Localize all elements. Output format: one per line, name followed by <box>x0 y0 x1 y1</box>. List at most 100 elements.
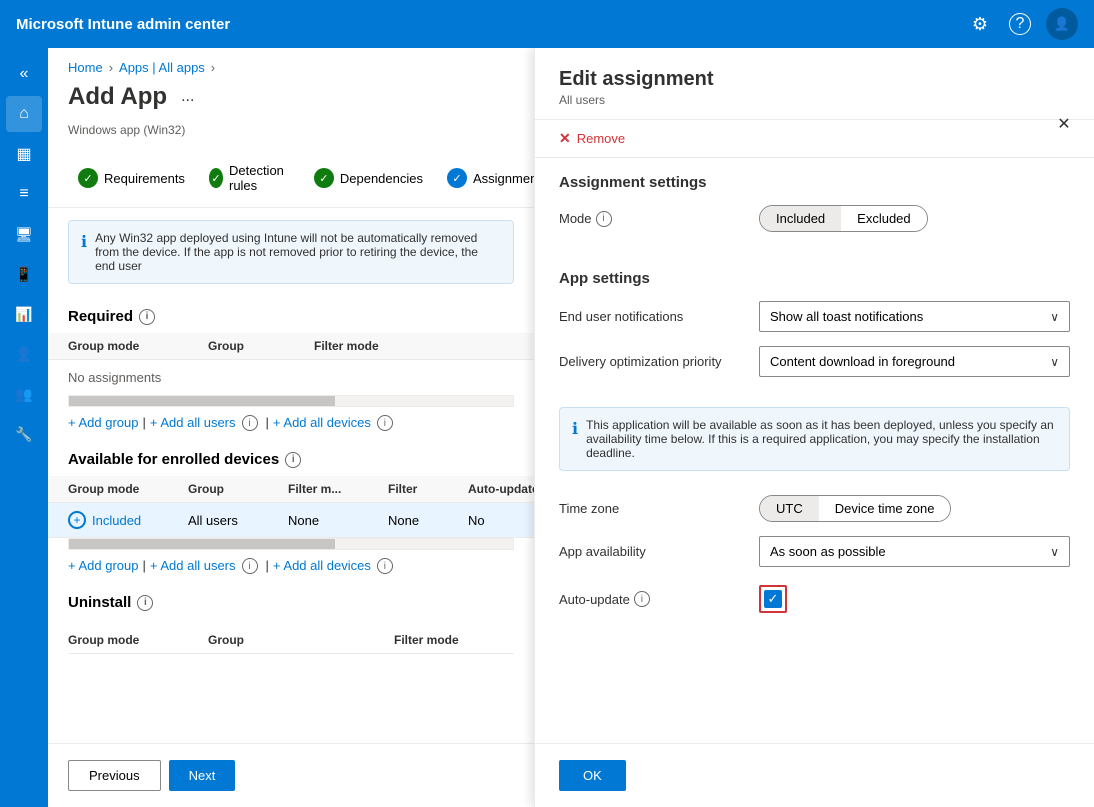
avail-col-group: Group <box>188 482 288 496</box>
step-check-detection: ✓ <box>209 168 223 188</box>
panel-header-row: Edit assignment All users ✕ <box>559 68 1070 107</box>
uninstall-col-groupmode: Group mode <box>68 633 208 647</box>
no-assignments-required: No assignments <box>48 360 534 395</box>
breadcrumb-apps[interactable]: Apps | All apps <box>119 60 205 75</box>
sidebar-item-apps[interactable]: 📱 <box>6 256 42 292</box>
sidebar-item-groups[interactable]: 👥 <box>6 376 42 412</box>
timezone-row: Time zone UTC Device time zone <box>559 495 1070 522</box>
delivery-optimization-label: Delivery optimization priority <box>559 354 759 369</box>
groups-icon: 👥 <box>15 386 32 403</box>
available-info-icon[interactable]: i <box>285 452 301 468</box>
panel-subtitle: All users <box>559 93 713 107</box>
mode-excluded-btn[interactable]: Excluded <box>841 206 926 231</box>
end-user-notifications-label: End user notifications <box>559 309 759 324</box>
panel-header-text: Edit assignment All users <box>559 68 713 107</box>
required-scrollbar[interactable] <box>68 395 514 407</box>
required-add-group[interactable]: + Add group <box>68 415 138 431</box>
avatar-icon: 👤 <box>1054 16 1070 32</box>
panel-info-icon: ℹ <box>572 419 578 460</box>
available-section-title: Available for enrolled devices i <box>48 439 534 476</box>
step-requirements: ✓ Requirements <box>68 162 195 194</box>
timezone-utc-btn[interactable]: UTC <box>760 496 819 521</box>
settings-icon-btn[interactable]: ⚙ <box>966 10 994 38</box>
reports-icon: 📊 <box>15 306 32 323</box>
required-devices-info[interactable]: i <box>377 415 393 431</box>
sidebar-item-dashboard[interactable]: ▦ <box>6 136 42 172</box>
sidebar-expand[interactable]: « <box>6 56 42 92</box>
sidebar-item-admin[interactable]: 🔧 <box>6 416 42 452</box>
mode-included-btn[interactable]: Included <box>760 206 841 231</box>
auto-update-checkbox-wrapper[interactable]: ✓ <box>759 585 787 613</box>
available-scroll-thumb <box>69 539 335 549</box>
required-users-info[interactable]: i <box>242 415 258 431</box>
available-add-devices[interactable]: + Add all devices <box>273 558 371 574</box>
app-availability-dropdown[interactable]: As soon as possible ∨ <box>759 536 1070 567</box>
end-user-notifications-dropdown[interactable]: Show all toast notifications ∨ <box>759 301 1070 332</box>
sidebar-item-home[interactable]: ⌂ <box>6 96 42 132</box>
uninstall-info-icon[interactable]: i <box>137 595 153 611</box>
steps-bar: ✓ Requirements ✓ Detection rules ✓ <box>48 149 534 208</box>
step-dependencies: ✓ Dependencies <box>304 162 433 194</box>
row-group: All users <box>188 513 288 528</box>
delivery-optimization-row: Delivery optimization priority Content d… <box>559 346 1070 377</box>
left-panel: Home › Apps | All apps › Add App ... Win… <box>48 48 534 807</box>
previous-button[interactable]: Previous <box>68 760 161 791</box>
delivery-optimization-dropdown[interactable]: Content download in foreground ∨ <box>759 346 1070 377</box>
row-filter-match: None <box>288 513 388 528</box>
step-label-requirements: Requirements <box>104 171 185 186</box>
available-add-group[interactable]: + Add group <box>68 558 138 574</box>
check-icon-dep: ✓ <box>319 172 328 185</box>
available-table-header: Group mode Group Filter m... Filter Auto… <box>48 476 534 503</box>
auto-update-row: Auto-update i ✓ <box>559 581 1070 617</box>
required-add-users[interactable]: + Add all users <box>150 415 236 431</box>
step-label-assignments: Assignments <box>473 171 534 186</box>
available-add-users[interactable]: + Add all users <box>150 558 236 574</box>
available-users-info[interactable]: i <box>242 558 258 574</box>
info-banner: ℹ Any Win32 app deployed using Intune wi… <box>68 220 514 284</box>
avail-col-autoupdate: Auto-update <box>468 482 534 496</box>
dropdown-arrow-availability: ∨ <box>1050 545 1059 559</box>
auto-update-label-text: Auto-update <box>559 592 630 607</box>
app-availability-value: As soon as possible <box>770 544 886 559</box>
info-banner-icon: ℹ <box>81 232 87 273</box>
uninstall-label: Uninstall <box>68 594 131 611</box>
step-check-dependencies: ✓ <box>314 168 334 188</box>
auto-update-checkbox[interactable]: ✓ <box>764 590 782 608</box>
next-button[interactable]: Next <box>169 760 236 791</box>
breadcrumb-home[interactable]: Home <box>68 60 103 75</box>
sidebar-item-list[interactable]: ≡ <box>6 176 42 212</box>
required-label: Required <box>68 308 133 325</box>
panel-info-text: This application will be available as so… <box>586 418 1057 460</box>
avail-col-filter: Filter <box>388 482 468 496</box>
app-settings-section: App settings End user notifications Show… <box>535 254 1094 399</box>
row-autoupdate: No <box>468 513 534 528</box>
required-add-devices[interactable]: + Add all devices <box>273 415 371 431</box>
sidebar-item-reports[interactable]: 📊 <box>6 296 42 332</box>
mode-info-icon[interactable]: i <box>596 211 612 227</box>
available-devices-info[interactable]: i <box>377 558 393 574</box>
panel-remove[interactable]: ✕ Remove <box>535 120 1094 158</box>
content-area: Home › Apps | All apps › Add App ... Win… <box>48 48 1094 807</box>
sidebar-item-devices[interactable]: 🖥 <box>6 216 42 252</box>
panel-close-button[interactable]: ✕ <box>1050 110 1078 138</box>
help-icon: ? <box>1009 13 1031 35</box>
help-icon-btn[interactable]: ? <box>1006 10 1034 38</box>
breadcrumb-sep2: › <box>211 60 215 75</box>
avatar[interactable]: 👤 <box>1046 8 1078 40</box>
ok-button[interactable]: OK <box>559 760 626 791</box>
required-info-icon[interactable]: i <box>139 309 155 325</box>
available-row[interactable]: + Included All users None None No <box>48 503 534 538</box>
timezone-device-btn[interactable]: Device time zone <box>819 496 951 521</box>
app-settings-title: App settings <box>559 270 1070 287</box>
req-col-group: Group <box>208 339 314 353</box>
available-scrollbar[interactable] <box>68 538 514 550</box>
ellipsis-button[interactable]: ... <box>177 84 198 110</box>
required-scroll-thumb <box>69 396 335 406</box>
uninstall-table-header: Group mode Group Filter mode <box>68 627 514 654</box>
sidebar-item-users[interactable]: 👤 <box>6 336 42 372</box>
req-sep2: | <box>266 415 269 431</box>
row-filter: None <box>388 513 468 528</box>
auto-update-info-icon[interactable]: i <box>634 591 650 607</box>
uninstall-col-group: Group <box>208 633 394 647</box>
availability-section: Time zone UTC Device time zone App avail… <box>535 479 1094 639</box>
